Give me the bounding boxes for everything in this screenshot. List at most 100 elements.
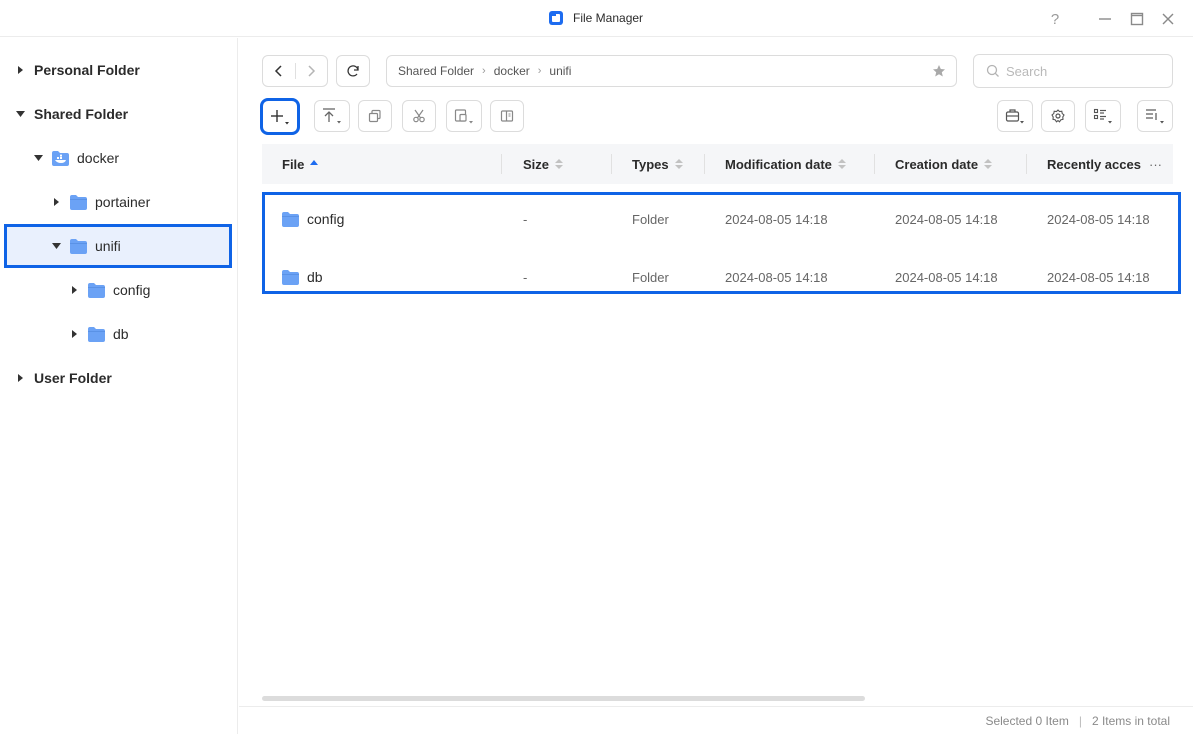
status-divider: | (1078, 713, 1082, 728)
minimize-icon (1099, 18, 1111, 20)
cut-button[interactable] (402, 100, 436, 132)
briefcase-button[interactable] (997, 100, 1033, 132)
sidebar-item-label: User Folder (34, 370, 112, 386)
file-created: 2024-08-05 14:18 (895, 211, 998, 227)
settings-button[interactable] (1041, 100, 1075, 132)
column-label: Creation date (895, 156, 979, 172)
breadcrumb-item-shared-folder[interactable]: Shared Folder (398, 64, 474, 78)
caret-right-icon[interactable] (51, 197, 61, 207)
caret-down-icon[interactable] (33, 153, 43, 163)
sidebar-item-label: config (113, 282, 151, 298)
sort-icon (984, 159, 993, 169)
sidebar-item-db[interactable]: db (0, 312, 238, 356)
folder-icon (70, 194, 87, 210)
upload-button[interactable] (314, 100, 350, 132)
file-type: Folder (632, 211, 669, 227)
window-title-group: File Manager (548, 9, 643, 27)
history-nav (262, 55, 328, 87)
sort-icon (555, 159, 564, 169)
file-size: - (523, 269, 528, 285)
folder-icon (282, 269, 299, 285)
sidebar-item-label: docker (77, 150, 120, 166)
minimize-button[interactable] (1094, 8, 1116, 30)
breadcrumb: Shared Folder › docker › unifi (386, 55, 957, 87)
maximize-icon (1130, 12, 1144, 26)
sidebar-item-config[interactable]: config (0, 268, 238, 312)
sidebar-item-portainer[interactable]: portainer (0, 180, 238, 224)
caret-right-icon[interactable] (69, 329, 79, 339)
sidebar-item-label: db (113, 326, 129, 342)
column-header-file[interactable]: File (282, 144, 319, 184)
chevron-left-icon (274, 65, 282, 77)
selected-count: Selected 0 Item (985, 713, 1069, 728)
copy-button[interactable] (358, 100, 392, 132)
window-title: File Manager (573, 11, 644, 25)
folder-icon (88, 326, 105, 342)
caret-right-icon[interactable] (15, 373, 25, 383)
file-modified: 2024-08-05 14:18 (725, 269, 828, 285)
file-name-cell[interactable]: config (282, 195, 344, 243)
horizontal-scrollbar[interactable] (262, 696, 865, 701)
sidebar-item-docker[interactable]: docker (0, 136, 238, 180)
folder-icon (282, 211, 299, 227)
add-icon (271, 109, 289, 124)
column-label: Types (632, 156, 669, 172)
column-options-button[interactable]: ··· (1149, 144, 1162, 184)
sort-button[interactable] (1137, 100, 1173, 132)
file-name-cell[interactable]: db (282, 253, 323, 301)
back-button[interactable] (263, 56, 295, 86)
column-header-types[interactable]: Types (632, 144, 683, 184)
divider (874, 154, 875, 174)
column-header-modification-date[interactable]: Modification date (725, 144, 846, 184)
chevron-right-icon: › (482, 65, 486, 77)
caret-right-icon[interactable] (15, 65, 25, 75)
file-name: config (307, 211, 345, 227)
settings-icon (1051, 109, 1065, 123)
folder-icon (70, 238, 87, 254)
sidebar-item-label: Personal Folder (34, 62, 140, 78)
caret-down-icon[interactable] (15, 109, 25, 119)
cut-icon (413, 109, 425, 123)
file-created: 2024-08-05 14:18 (895, 269, 998, 285)
file-name: db (307, 269, 323, 285)
sort-icon (837, 159, 846, 169)
forward-button[interactable] (295, 56, 327, 86)
sidebar-item-shared-folder[interactable]: Shared Folder (0, 92, 238, 136)
search-icon (986, 64, 999, 77)
table-row[interactable]: config - Folder 2024-08-05 14:18 2024-08… (265, 195, 1176, 243)
total-count: 2 Items in total (1091, 713, 1170, 728)
file-table-header: File Size Types Modification date Creati… (262, 144, 1173, 184)
add-button[interactable] (260, 98, 300, 135)
caret-down-icon[interactable] (51, 241, 61, 251)
view-mode-button[interactable] (1085, 100, 1121, 132)
column-header-size[interactable]: Size (523, 144, 564, 184)
paste-button[interactable] (446, 100, 482, 132)
breadcrumb-item-docker[interactable]: docker (494, 64, 530, 78)
close-button[interactable] (1157, 8, 1179, 30)
sidebar-item-user-folder[interactable]: User Folder (0, 356, 238, 400)
table-row[interactable]: db - Folder 2024-08-05 14:18 2024-08-05 … (265, 253, 1176, 301)
refresh-button[interactable] (336, 55, 370, 87)
file-accessed: 2024-08-05 14:18 (1047, 269, 1150, 285)
divider (501, 154, 502, 174)
list-view-icon (1093, 108, 1112, 124)
caret-right-icon[interactable] (69, 285, 79, 295)
column-header-creation-date[interactable]: Creation date (895, 144, 993, 184)
star-icon[interactable] (932, 64, 946, 78)
column-header-recently-accessed[interactable]: Recently acces (1047, 144, 1141, 184)
file-accessed: 2024-08-05 14:18 (1047, 211, 1150, 227)
sidebar-item-personal-folder[interactable]: Personal Folder (0, 48, 238, 92)
search-input[interactable] (1006, 63, 1156, 79)
maximize-button[interactable] (1126, 8, 1148, 30)
breadcrumb-item-unifi[interactable]: unifi (549, 64, 571, 78)
sidebar-item-unifi[interactable]: unifi (4, 224, 232, 268)
sidebar-tree: Personal Folder Shared Folder docker por… (0, 38, 238, 734)
sidebar-item-label: portainer (95, 194, 151, 210)
briefcase-icon (1005, 109, 1024, 124)
file-list: config - Folder 2024-08-05 14:18 2024-08… (262, 192, 1181, 294)
compress-button[interactable] (490, 100, 524, 132)
sidebar-item-label: Shared Folder (34, 106, 129, 122)
help-button[interactable]: ? (1044, 8, 1066, 30)
column-label: Size (523, 156, 550, 172)
paste-icon (454, 109, 473, 124)
